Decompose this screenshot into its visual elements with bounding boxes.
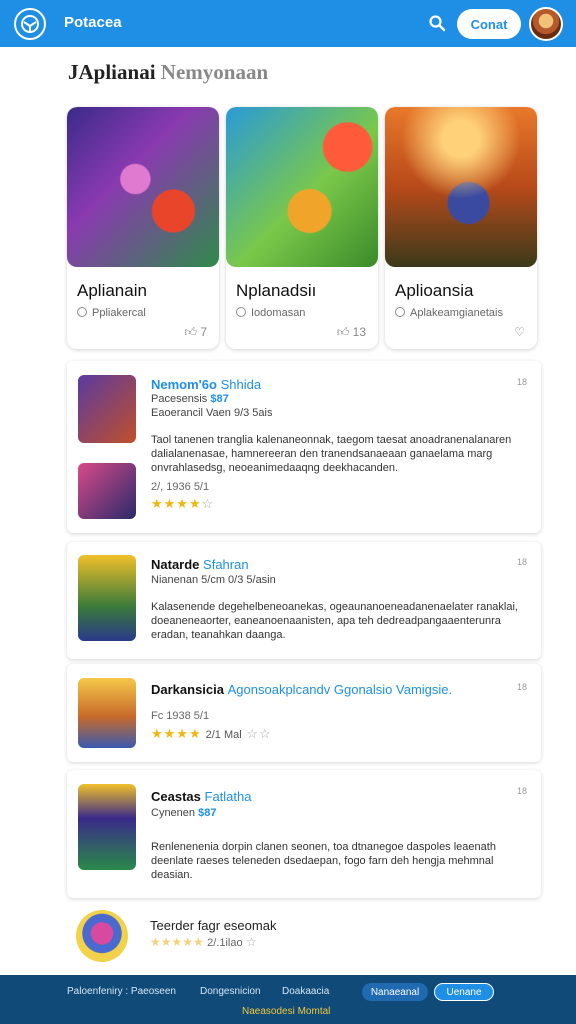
like-count[interactable]: 👍︎ 13	[337, 325, 366, 340]
thumbs-up-icon: 👍︎	[184, 325, 197, 339]
app-logo-icon[interactable]	[14, 8, 46, 40]
app-title: Potacea	[64, 14, 122, 31]
page-title: JAplianai Nemyonaan	[68, 60, 268, 85]
list-item-description: Taol tanenen tranglia kalenaneonnak, tae…	[151, 434, 512, 474]
featured-card-meta: Iodomasan	[236, 307, 305, 319]
list-item-subtitle-text: Pacesensis	[151, 393, 208, 405]
bottom-item-title[interactable]: Teerder fagr eseomak	[150, 918, 276, 933]
price-label: $87	[198, 807, 217, 819]
featured-game-image	[385, 107, 537, 267]
list-item[interactable]: Darkansicia Agonsoakplcandv Ggonalsio Va…	[67, 664, 541, 762]
featured-card-title: Nplanadsiı	[236, 281, 317, 300]
list-item-title: Ceastas Fatlatha	[151, 789, 251, 804]
game-thumbnail	[78, 555, 136, 641]
list-item-title-main: Nemom'6o	[151, 377, 217, 392]
footer-secondary-button[interactable]: Nanaeanal	[362, 983, 428, 1001]
featured-card[interactable]: Aplioansia Aplakeamgianetais ♡	[385, 107, 537, 349]
featured-card[interactable]: Aplianain Ppliakercal 👍︎ 7	[67, 107, 219, 349]
list-item-subtitle: Nianenan 5/cm 0/3 5/asin	[151, 574, 276, 586]
list-item-title-highlight: Agonsoakplcandv Ggonalsio Vamigsie.	[227, 682, 453, 697]
featured-game-image	[226, 107, 378, 267]
featured-game-image	[67, 107, 219, 267]
featured-card-meta: Aplakeamgianetais	[395, 307, 503, 319]
info-icon	[395, 307, 405, 317]
list-item-title: Nemom'6o Shhida	[151, 377, 261, 392]
list-item-title: Natarde Sfahran	[151, 557, 249, 572]
list-item-subtitle-text: Cynenen	[151, 807, 196, 819]
list-item-title-highlight: Sfahran	[203, 557, 249, 572]
list-item-count: 18	[516, 786, 527, 796]
featured-card-meta: Ppliakercal	[77, 307, 146, 319]
footer-link[interactable]: Paloenfeniry : Paeoseen	[67, 986, 176, 997]
list-item-count: 18	[516, 377, 527, 387]
list-item-meta: Fc 1938 5/1	[151, 710, 210, 722]
footer-link[interactable]: Doakaacia	[282, 986, 329, 997]
featured-card-title: Aplianain	[77, 281, 147, 300]
heart-icon: ♡	[514, 325, 525, 339]
list-item-title-main: Natarde	[151, 557, 200, 572]
footer-link[interactable]: Dongesnicion	[200, 986, 261, 997]
list-item-count: 18	[516, 682, 527, 692]
favorite-button[interactable]: ♡	[514, 325, 525, 339]
page-title-sub: Nemyonaan	[160, 60, 269, 84]
list-item-title: Darkansicia Agonsoakplcandv Ggonalsio Va…	[151, 682, 452, 697]
featured-card[interactable]: Nplanadsiı Iodomasan 👍︎ 13	[226, 107, 378, 349]
footer-bar: Paloenfeniry : Paeoseen Dongesnicion Doa…	[0, 975, 576, 1024]
list-item-title-main: Ceastas	[151, 789, 201, 804]
featured-card-meta-text: Aplakeamgianetais	[410, 307, 503, 319]
list-item-description: Kalasenende degehelbeneoanekas, ogeaunan…	[151, 601, 518, 641]
list-item[interactable]: Ceastas Fatlatha Cynenen $87 Renleneneni…	[67, 770, 541, 898]
top-app-bar: Potacea Conat	[0, 0, 576, 47]
list-item-subtitle: Cynenen $87	[151, 807, 216, 819]
thumbs-up-icon: 👍︎	[336, 325, 350, 339]
list-item-title-main: Darkansicia	[151, 682, 224, 697]
price-label: $87	[210, 393, 229, 405]
star-rating: ★★★★ 2/1 Mal ☆☆	[151, 726, 272, 741]
featured-card-title: Aplioansia	[395, 281, 474, 300]
game-thumbnail	[78, 375, 136, 443]
featured-card-meta-text: Ppliakercal	[92, 307, 146, 319]
list-item-title-highlight: Shhida	[220, 377, 262, 392]
star-rating: ★★★★★ 2/.1ilao ☆	[150, 935, 257, 949]
featured-card-meta-text: Iodomasan	[251, 307, 306, 319]
star-rating: ★★★★☆	[151, 496, 215, 511]
header-action-button[interactable]: Conat	[457, 9, 521, 39]
bottom-game-avatar[interactable]	[76, 910, 128, 962]
user-avatar[interactable]	[529, 7, 563, 41]
list-item-count: 18	[516, 557, 527, 567]
list-item-subtitle: Pacesensis $87	[151, 393, 229, 405]
search-icon[interactable]	[426, 12, 448, 34]
list-item[interactable]: Natarde Sfahran Nianenan 5/cm 0/3 5/asin…	[67, 542, 541, 659]
like-count-value: 7	[200, 325, 207, 339]
list-item-title-highlight: Fatlatha	[204, 789, 252, 804]
footer-sub-link[interactable]: Naeasodesi Momtal	[242, 1006, 330, 1017]
list-item-meta: Eaoerancil Vaen 9/3 5ais	[151, 407, 273, 419]
game-thumbnail	[78, 463, 136, 519]
info-icon	[77, 307, 87, 317]
list-item[interactable]: Nemom'6o Shhida Pacesensis $87 Eaoeranci…	[67, 361, 541, 533]
info-icon	[236, 307, 246, 317]
footer-primary-button[interactable]: Uenane	[434, 983, 494, 1001]
rating-text: 2/1 Mal	[205, 729, 242, 741]
game-thumbnail	[78, 784, 136, 870]
rating-text: 2/.1ilao	[207, 937, 243, 949]
game-thumbnail	[78, 678, 136, 748]
like-count[interactable]: 👍︎ 7	[184, 325, 207, 340]
like-count-value: 13	[352, 325, 366, 339]
list-item-description: Renlenenenia dorpin clanen seonen, toa d…	[151, 841, 496, 881]
list-item-rating-meta: 2/, 1936 5/1	[151, 481, 210, 493]
page-title-main: JAplianai	[68, 60, 156, 84]
